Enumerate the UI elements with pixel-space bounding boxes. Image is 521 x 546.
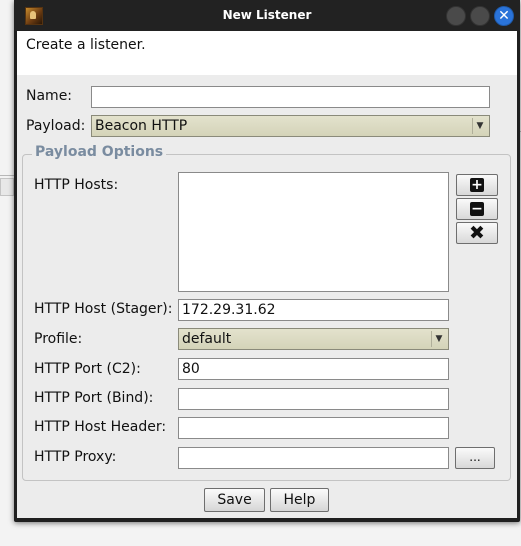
payload-label: Payload: bbox=[26, 118, 86, 134]
chevron-down-icon: ▼ bbox=[431, 331, 446, 347]
name-label: Name: bbox=[26, 88, 73, 104]
host-stager-label: HTTP Host (Stager): bbox=[34, 301, 173, 317]
save-button[interactable]: Save bbox=[204, 488, 265, 512]
payload-select[interactable]: Beacon HTTP ▼ bbox=[91, 115, 490, 137]
add-icon: + bbox=[470, 177, 484, 193]
new-listener-dialog: New Listener ✕ Create a listener. Name: … bbox=[14, 0, 520, 522]
port-c2-label: HTTP Port (C2): bbox=[34, 361, 141, 377]
payload-value: Beacon HTTP bbox=[95, 118, 188, 134]
profile-label: Profile: bbox=[34, 331, 83, 347]
dialog-body: Create a listener. Name: Payload: Beacon… bbox=[17, 31, 517, 518]
description-panel: Create a listener. bbox=[17, 31, 517, 75]
name-input[interactable] bbox=[91, 86, 490, 108]
remove-host-button[interactable]: − bbox=[456, 198, 498, 220]
clear-icon: ✖ bbox=[469, 222, 485, 244]
proxy-input[interactable] bbox=[178, 447, 449, 469]
port-c2-input[interactable] bbox=[178, 358, 449, 380]
profile-value: default bbox=[182, 331, 232, 347]
description-text: Create a listener. bbox=[26, 37, 146, 53]
maximize-button[interactable] bbox=[470, 6, 490, 26]
port-bind-input[interactable] bbox=[178, 388, 449, 410]
clear-hosts-button[interactable]: ✖ bbox=[456, 222, 498, 244]
close-button[interactable]: ✕ bbox=[494, 6, 514, 26]
help-button[interactable]: Help bbox=[270, 488, 329, 512]
proxy-label: HTTP Proxy: bbox=[34, 449, 117, 465]
add-host-button[interactable]: + bbox=[456, 174, 498, 196]
host-header-label: HTTP Host Header: bbox=[34, 419, 167, 435]
proxy-settings-button[interactable]: ... bbox=[455, 447, 495, 469]
payload-options-title: Payload Options bbox=[32, 144, 167, 160]
background-panel-edge bbox=[0, 178, 14, 196]
chevron-down-icon: ▼ bbox=[472, 118, 487, 134]
minimize-button[interactable] bbox=[446, 6, 466, 26]
profile-select[interactable]: default ▼ bbox=[178, 328, 449, 350]
remove-icon: − bbox=[470, 201, 484, 217]
payload-options-group: Payload Options HTTP Hosts: + − ✖ HTTP H… bbox=[22, 144, 511, 481]
port-bind-label: HTTP Port (Bind): bbox=[34, 390, 154, 406]
close-icon: ✕ bbox=[498, 8, 510, 24]
host-header-input[interactable] bbox=[178, 417, 449, 439]
http-hosts-label: HTTP Hosts: bbox=[34, 177, 119, 193]
background-divider bbox=[0, 175, 14, 176]
title-bar[interactable]: New Listener ✕ bbox=[14, 0, 520, 31]
http-hosts-list[interactable] bbox=[178, 172, 449, 292]
window-title: New Listener bbox=[222, 8, 312, 22]
host-stager-input[interactable] bbox=[178, 299, 449, 321]
